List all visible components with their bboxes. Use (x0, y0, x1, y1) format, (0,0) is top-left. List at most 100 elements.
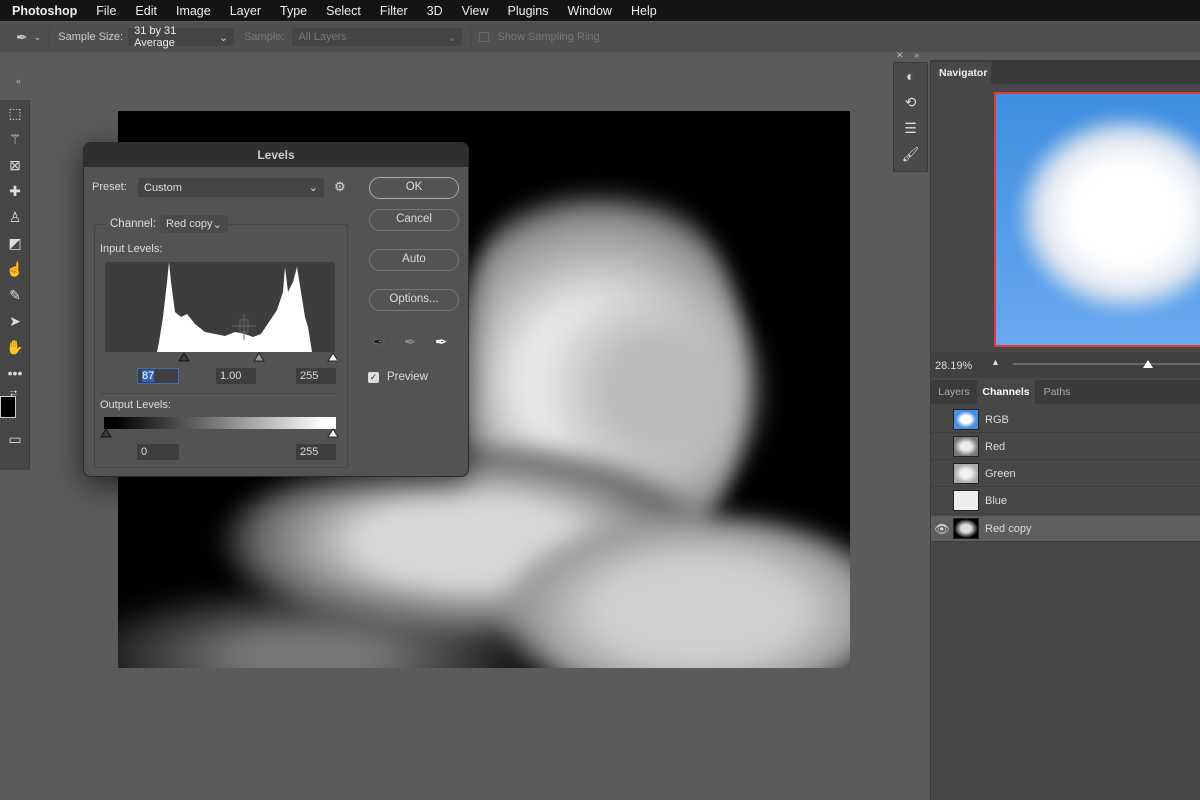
input-black-field[interactable]: 87 (137, 368, 179, 384)
input-sliders[interactable] (105, 351, 337, 363)
menu-type[interactable]: Type (280, 4, 307, 18)
white-point-slider[interactable] (327, 352, 337, 362)
collapse-toolbar-icon[interactable]: « (16, 76, 21, 86)
sampling-ring-checkbox[interactable] (479, 32, 490, 42)
pen-icon[interactable]: ✎ (0, 282, 30, 308)
tab-layers[interactable]: Layers (931, 380, 977, 404)
preset-options-gear-icon[interactable]: ⚙ (334, 179, 346, 195)
channel-row-green[interactable]: Green (931, 461, 1200, 487)
more-tools-icon[interactable]: ••• (0, 360, 30, 386)
channel-thumbnail (953, 436, 979, 457)
channel-row-red[interactable]: Red (931, 434, 1200, 460)
eraser-icon[interactable]: ◩ (0, 230, 30, 256)
tab-paths[interactable]: Paths (1035, 380, 1079, 404)
levels-dialog: Levels Preset: Custom ⌄ ⚙ Channel: Red co… (83, 142, 469, 477)
tools-panel: ⬚ ⚚ ⊠ ✚ ♙ ◩ ☝ ✎ ➤ ✋ ••• ⮂ ▭ (0, 100, 30, 470)
tab-channels[interactable]: Channels (977, 380, 1035, 404)
screen-mode-icon[interactable]: ▭ (0, 426, 30, 452)
menu-layer[interactable]: Layer (230, 4, 261, 18)
sampling-ring-label: Show Sampling Ring (497, 31, 600, 43)
channel-name: Red copy (985, 522, 1032, 535)
close-panel-icon[interactable]: ✕ (896, 50, 904, 61)
divider (100, 393, 336, 394)
right-panel: Navigator 28.19% ▲ Layers Channels Paths… (930, 60, 1200, 800)
tool-preset-chevron-icon[interactable]: ⌄ (34, 32, 42, 43)
sample-size-dropdown[interactable]: 31 by 31 Average ⌄ (128, 25, 235, 49)
eyedropper-tool-icon[interactable]: ✒ (16, 29, 28, 46)
channel-row-rgb[interactable]: RGB (931, 407, 1200, 433)
channel-dropdown[interactable]: Red copy ⌄ (160, 215, 228, 233)
foreground-color-swatch[interactable] (0, 396, 16, 418)
chevron-down-icon: ⌄ (212, 218, 222, 231)
options-button[interactable]: Options... (369, 289, 459, 311)
output-black-field[interactable]: 0 (137, 444, 179, 460)
swap-colors-icon[interactable]: ⮂ (10, 388, 17, 399)
input-white-field[interactable]: 255 (296, 368, 336, 384)
zoom-slider-thumb[interactable] (1143, 360, 1153, 368)
zoom-slider[interactable] (1013, 363, 1200, 365)
menu-photoshop[interactable]: Photoshop (12, 4, 77, 18)
healing-brush-icon[interactable]: ✚ (0, 178, 30, 204)
color-swatches[interactable]: ⮂ (0, 386, 29, 426)
gamma-slider[interactable] (253, 352, 265, 362)
menu-help[interactable]: Help (631, 4, 657, 18)
output-sliders[interactable] (100, 427, 340, 439)
output-black-slider[interactable] (100, 428, 112, 438)
gray-eyedropper-icon[interactable]: ✒ (404, 333, 417, 351)
preset-label: Preset: (92, 181, 127, 193)
menu-filter[interactable]: Filter (380, 4, 408, 18)
menu-window[interactable]: Window (568, 4, 612, 18)
channel-thumbnail (953, 463, 979, 484)
zoom-percentage[interactable]: 28.19% (935, 360, 972, 372)
menu-edit[interactable]: Edit (135, 4, 157, 18)
preset-dropdown[interactable]: Custom ⌄ (138, 178, 324, 197)
preview-label: Preview (387, 371, 428, 383)
frame-icon[interactable]: ⊠ (0, 152, 30, 178)
eye-icon[interactable]: 👁 (931, 522, 953, 536)
black-eyedropper-icon[interactable]: ✒ (373, 333, 386, 351)
output-white-field[interactable]: 255 (296, 444, 336, 460)
smudge-icon[interactable]: ☝ (0, 256, 30, 282)
history-icon[interactable]: ⟲ (894, 89, 927, 115)
auto-button[interactable]: Auto (369, 249, 459, 271)
menu-image[interactable]: Image (176, 4, 211, 18)
input-levels-label: Input Levels: (100, 243, 163, 255)
brush-settings-icon[interactable]: 🖌 (894, 141, 927, 167)
adjustments-icon[interactable]: ◐ (894, 63, 927, 89)
channel-name: Blue (985, 494, 1008, 507)
channel-name: RGB (985, 413, 1009, 426)
menu-plugins[interactable]: Plugins (508, 4, 549, 18)
tab-navigator[interactable]: Navigator (931, 62, 991, 84)
channel-thumbnail (953, 490, 979, 511)
properties-icon[interactable]: ☰ (894, 115, 927, 141)
output-levels-label: Output Levels: (100, 399, 171, 411)
chevron-down-icon: ⌄ (447, 31, 457, 44)
hand-icon[interactable]: ✋ (0, 334, 30, 360)
cancel-button[interactable]: Cancel (369, 209, 459, 231)
channel-row-blue[interactable]: Blue (931, 488, 1200, 514)
output-white-slider[interactable] (327, 428, 339, 438)
menu-3d[interactable]: 3D (427, 4, 443, 18)
expand-panels-icon[interactable]: » (914, 50, 919, 60)
navigator-preview[interactable] (994, 92, 1200, 347)
menu-file[interactable]: File (96, 4, 116, 18)
channel-label: Channel: (106, 218, 161, 230)
clone-stamp-icon[interactable]: ♙ (0, 204, 30, 230)
preview-checkbox[interactable]: ✓ (368, 372, 379, 383)
white-eyedropper-icon[interactable]: ✒ (435, 333, 448, 351)
menu-bar: Photoshop File Edit Image Layer Type Sel… (0, 0, 1200, 21)
input-gamma-field[interactable]: 1.00 (216, 368, 256, 384)
ok-button[interactable]: OK (369, 177, 459, 199)
zoom-out-icon[interactable]: ▲ (991, 357, 1000, 367)
options-bar: ✒ ⌄ Sample Size: 31 by 31 Average ⌄ Sampl… (0, 22, 1200, 52)
sample-size-label: Sample Size: (58, 31, 124, 43)
channel-row-red-copy[interactable]: 👁 Red copy (931, 516, 1200, 542)
marquee-icon[interactable]: ⬚ (0, 100, 30, 126)
path-selection-icon[interactable]: ➤ (0, 308, 30, 334)
sample-dropdown[interactable]: All Layers ⌄ (292, 28, 463, 46)
menu-view[interactable]: View (462, 4, 489, 18)
black-point-slider[interactable] (178, 352, 190, 362)
magic-wand-icon[interactable]: ⚚ (0, 126, 30, 152)
menu-select[interactable]: Select (326, 4, 361, 18)
sample-label: Sample: (244, 31, 285, 43)
